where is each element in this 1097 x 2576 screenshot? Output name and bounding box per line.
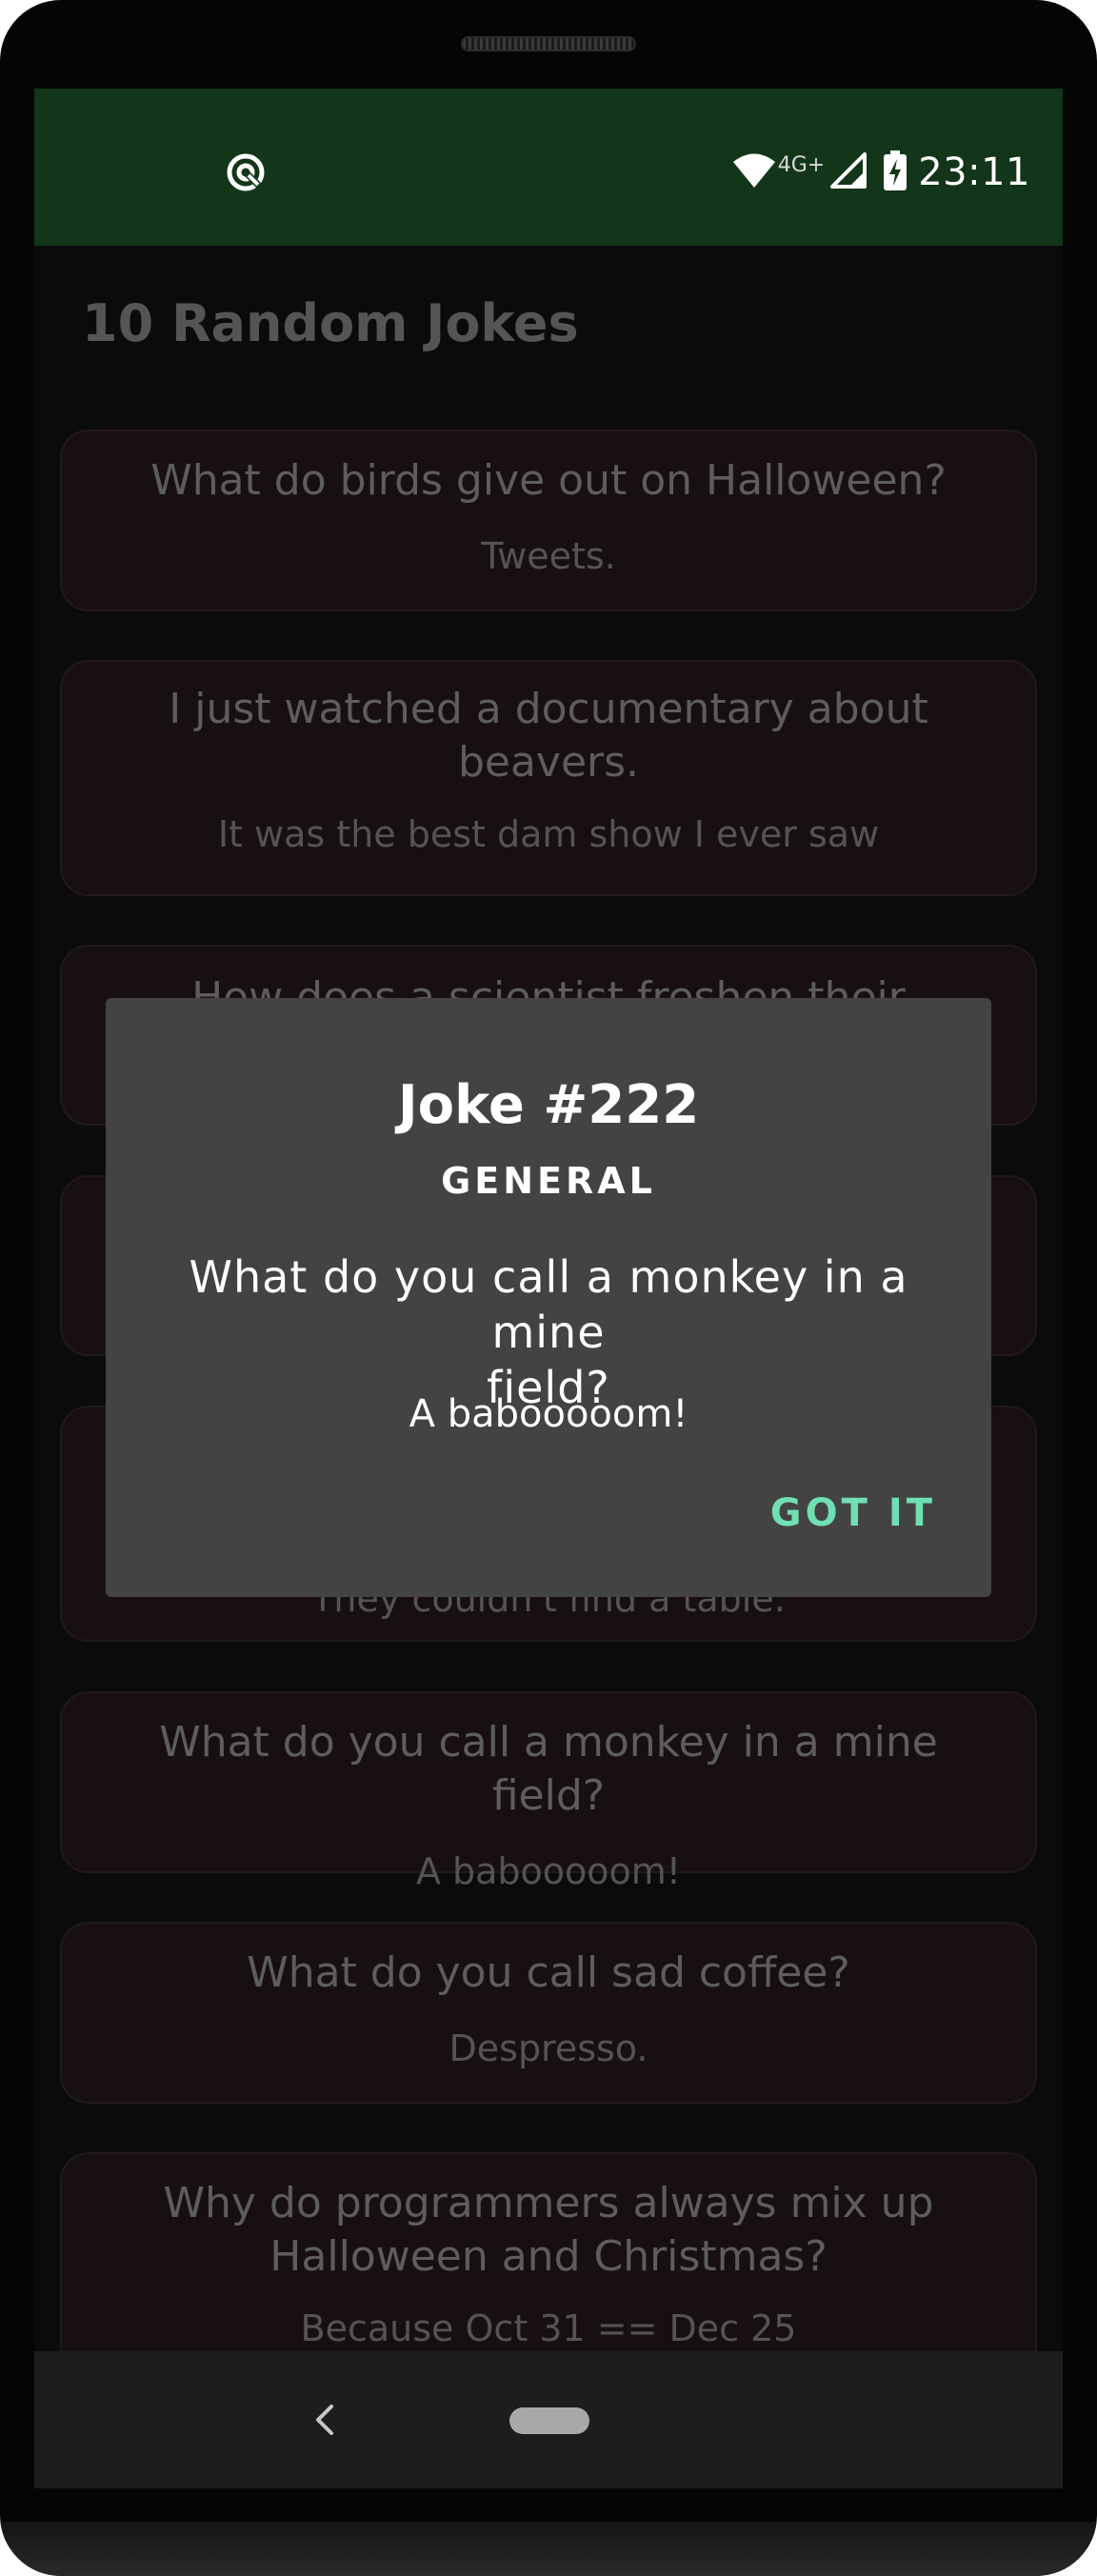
cell-signal-icon	[830, 152, 868, 192]
joke-card[interactable]: I just watched a documentary about beave…	[60, 660, 1037, 896]
dialog-question: What do you call a monkey in a mine fiel…	[144, 1249, 953, 1415]
joke-setup: What do you call a monkey in a mine fiel…	[159, 1718, 938, 1820]
network-type-label: 4G+	[777, 152, 826, 177]
joke-dialog: Joke #222 GENERAL What do you call a mon…	[106, 998, 991, 1597]
dialog-title: Joke #222	[397, 1074, 700, 1136]
joke-punchline: Because Oct 31 == Dec 25	[300, 2307, 797, 2349]
joke-setup: What do birds give out on Halloween?	[150, 456, 947, 505]
joke-setup: I just watched a documentary about	[169, 685, 928, 733]
got-it-button[interactable]: GOT IT	[770, 1491, 936, 1535]
joke-punchline: Tweets.	[481, 535, 616, 577]
joke-card[interactable]: What do birds give out on Halloween? Twe…	[60, 429, 1037, 611]
navigation-bar	[34, 2351, 1063, 2488]
phone-screen: 4G+ 23:11 10 Random Jokes What do birds …	[34, 89, 1063, 2488]
status-time: 23:11	[918, 150, 1030, 194]
joke-setup: Why do programmers always mix up	[163, 2179, 934, 2227]
home-pill-icon[interactable]	[509, 2407, 589, 2434]
joke-card[interactable]: What do you call sad coffee? Despresso.	[60, 1922, 1037, 2104]
joke-punchline: It was the best dam show I ever saw	[217, 813, 880, 855]
status-icons: 4G+ 23:11	[732, 150, 1030, 194]
status-bar: 4G+ 23:11	[34, 89, 1063, 246]
joke-punchline: Despresso.	[449, 2027, 648, 2069]
device-bottom-edge	[0, 2522, 1097, 2576]
dialog-question-line: What do you call a monkey in a mine	[189, 1251, 908, 1358]
device-frame: 4G+ 23:11 10 Random Jokes What do birds …	[0, 0, 1097, 2576]
joke-setup: beavers.	[457, 738, 640, 787]
back-chevron-icon[interactable]	[307, 2399, 345, 2441]
joke-card[interactable]: What do you call a monkey in a mine fiel…	[60, 1691, 1037, 1892]
battery-charging-icon	[884, 150, 908, 194]
dialog-answer: A babooooom!	[409, 1392, 688, 1436]
earpiece-speaker	[461, 36, 636, 51]
wifi-icon	[732, 151, 776, 193]
page-title: 10 Random Jokes	[82, 293, 579, 353]
joke-setup: What do you call sad coffee?	[247, 1948, 850, 1997]
joke-setup: Halloween and Christmas?	[269, 2232, 828, 2281]
joke-punchline: A babooooom!	[415, 1850, 682, 1892]
dialog-category: GENERAL	[441, 1160, 656, 1202]
notification-app-icon	[225, 151, 267, 197]
